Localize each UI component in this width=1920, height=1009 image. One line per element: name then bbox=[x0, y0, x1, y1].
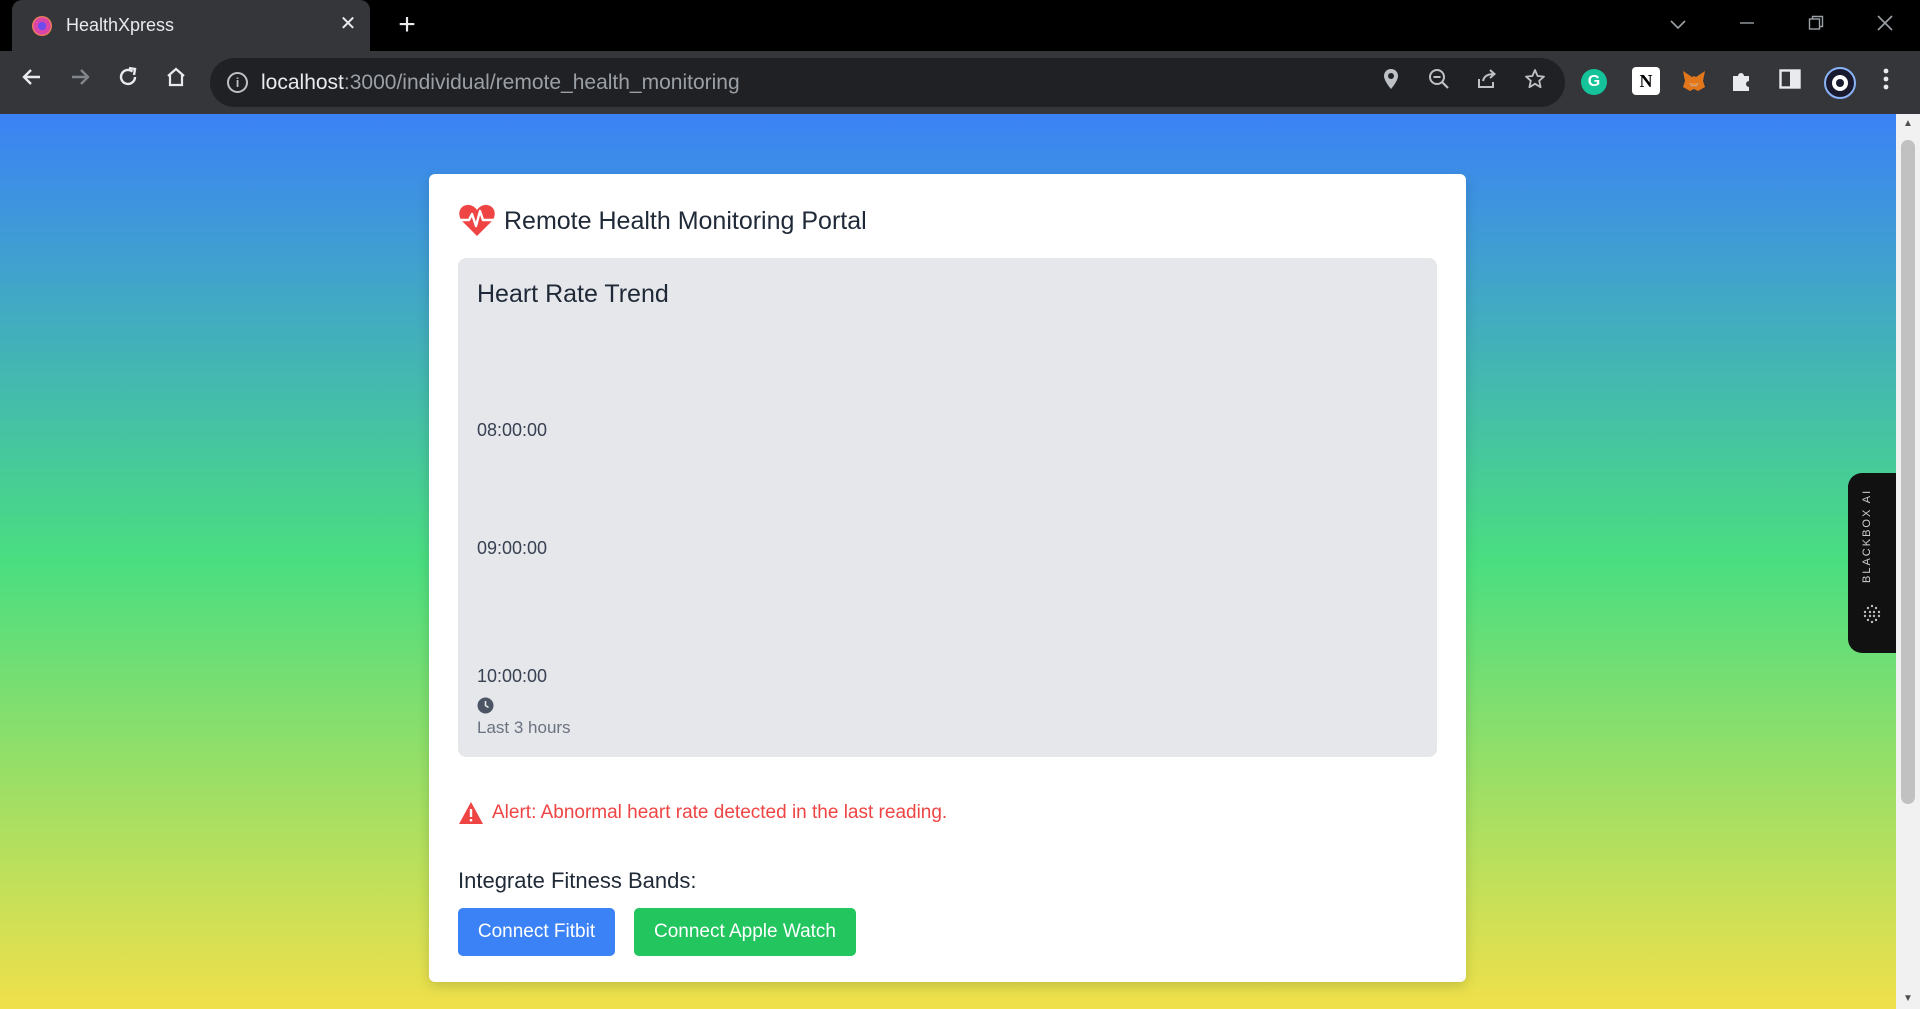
heart-rate-chart-panel: Heart Rate Trend 08:00:00 09:00:00 10:00… bbox=[458, 258, 1437, 757]
alert-message: Alert: Abnormal heart rate detected in t… bbox=[492, 802, 948, 823]
kebab-menu-icon[interactable] bbox=[1872, 67, 1900, 95]
home-icon[interactable] bbox=[157, 63, 195, 101]
address-bar[interactable]: i localhost:3000/individual/remote_healt… bbox=[210, 58, 1565, 107]
connect-fitbit-button[interactable]: Connect Fitbit bbox=[458, 908, 615, 956]
monitoring-card: Remote Health Monitoring Portal Heart Ra… bbox=[429, 174, 1466, 982]
chart-timeframe-label: Last 3 hours bbox=[477, 718, 571, 737]
connect-apple-watch-button[interactable]: Connect Apple Watch bbox=[634, 908, 856, 956]
side-panel-icon[interactable] bbox=[1776, 67, 1804, 95]
clock-icon bbox=[477, 697, 494, 714]
browser-titlebar: HealthXpress ✕ + bbox=[0, 0, 1920, 51]
bookmark-star-icon[interactable] bbox=[1520, 68, 1550, 98]
location-icon[interactable] bbox=[1376, 68, 1406, 98]
heartbeat-icon bbox=[459, 204, 495, 236]
blackbox-ai-widget[interactable]: BLACKBOX AI bbox=[1848, 473, 1896, 653]
blackbox-logo-icon bbox=[1863, 604, 1881, 624]
page-scrollbar[interactable]: ▲ ▼ bbox=[1896, 114, 1920, 1009]
blackbox-ai-label: BLACKBOX AI bbox=[1861, 489, 1873, 584]
time-label: 10:00:00 bbox=[477, 666, 548, 686]
site-info-icon[interactable]: i bbox=[227, 72, 248, 93]
profile-avatar-icon[interactable] bbox=[1824, 67, 1856, 99]
metamask-icon[interactable] bbox=[1680, 67, 1708, 95]
minimize-icon[interactable] bbox=[1727, 8, 1767, 42]
browser-toolbar: i localhost:3000/individual/remote_healt… bbox=[0, 51, 1920, 114]
url-text[interactable]: localhost:3000/individual/remote_health_… bbox=[261, 71, 740, 95]
time-label: 08:00:00 bbox=[477, 420, 548, 440]
scrollbar-thumb[interactable] bbox=[1901, 140, 1915, 804]
extensions-puzzle-icon[interactable] bbox=[1728, 67, 1756, 95]
share-icon[interactable] bbox=[1472, 68, 1502, 98]
scroll-down-arrow-icon[interactable]: ▼ bbox=[1896, 989, 1920, 1009]
page-title: Remote Health Monitoring Portal bbox=[504, 207, 867, 235]
tab-title: HealthXpress bbox=[66, 15, 175, 35]
time-label: 09:00:00 bbox=[477, 538, 548, 558]
reload-icon[interactable] bbox=[109, 63, 147, 101]
forward-arrow-icon[interactable] bbox=[61, 63, 99, 101]
close-window-icon[interactable] bbox=[1865, 8, 1905, 42]
scroll-up-arrow-icon[interactable]: ▲ bbox=[1896, 114, 1920, 134]
new-tab-button[interactable]: + bbox=[390, 8, 424, 42]
tab-close-icon[interactable]: ✕ bbox=[334, 10, 362, 38]
chart-title: Heart Rate Trend bbox=[477, 280, 669, 308]
grammarly-icon[interactable]: G bbox=[1581, 69, 1607, 95]
integrate-heading: Integrate Fitness Bands: bbox=[458, 868, 697, 893]
browser-tab[interactable]: HealthXpress ✕ bbox=[12, 0, 370, 51]
back-arrow-icon[interactable] bbox=[13, 63, 51, 101]
zoom-out-icon[interactable] bbox=[1424, 68, 1454, 98]
notion-icon[interactable]: N bbox=[1632, 67, 1660, 95]
tab-search-chevron-icon[interactable] bbox=[1658, 8, 1698, 42]
healthxpress-favicon-icon bbox=[32, 16, 52, 36]
warning-triangle-icon bbox=[459, 802, 483, 824]
page-viewport: Remote Health Monitoring Portal Heart Ra… bbox=[0, 114, 1896, 1009]
restore-icon[interactable] bbox=[1796, 8, 1836, 42]
